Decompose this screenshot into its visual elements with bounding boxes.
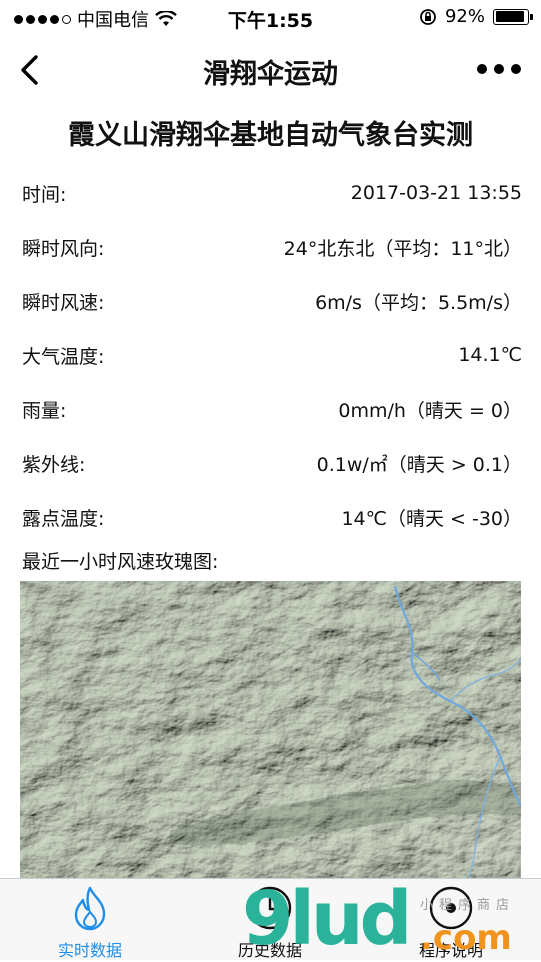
reading-value: 14℃（晴天 < -30） bbox=[341, 507, 522, 530]
weather-readings: 时间: 2017-03-21 13:55 瞬时风向: 24°北东北（平均：11°… bbox=[22, 166, 522, 544]
watermark-subtitle: 小程序商店 bbox=[420, 898, 516, 913]
page-title: 滑翔伞运动 bbox=[203, 59, 338, 90]
navigation-bar: 滑翔伞运动 bbox=[0, 34, 541, 106]
reading-row-temperature: 大气温度: 14.1℃ bbox=[22, 328, 522, 382]
battery-icon bbox=[493, 8, 533, 25]
reading-label: 瞬时风速: bbox=[22, 291, 105, 314]
reading-value: 0.1w/㎡（晴天 > 0.1） bbox=[316, 453, 522, 476]
reading-label: 紫外线: bbox=[22, 453, 86, 476]
tab-label: 实时数据 bbox=[57, 941, 122, 960]
watermark-logo: 9lud bbox=[242, 876, 413, 962]
station-title: 霞义山滑翔伞基地自动气象台实测 bbox=[68, 120, 473, 151]
more-menu-icon[interactable] bbox=[477, 64, 521, 74]
reading-row-wind-direction: 瞬时风向: 24°北东北（平均：11°北） bbox=[22, 220, 522, 274]
reading-label: 露点温度: bbox=[22, 507, 105, 530]
reading-value: 14.1℃ bbox=[458, 344, 522, 366]
tab-realtime-data[interactable]: 实时数据 bbox=[0, 879, 180, 961]
watermark-domain: .com bbox=[420, 918, 512, 958]
terrain-map-image bbox=[20, 581, 521, 878]
reading-label: 瞬时风向: bbox=[22, 237, 105, 260]
reading-label: 雨量: bbox=[22, 399, 67, 422]
reading-value: 0mm/h（晴天 = 0） bbox=[338, 399, 522, 422]
status-bar: 中国电信 下午1:55 92% bbox=[0, 0, 541, 34]
reading-row-time: 时间: 2017-03-21 13:55 bbox=[22, 166, 522, 220]
reading-label: 大气温度: bbox=[22, 345, 105, 368]
rotation-lock-icon bbox=[420, 8, 436, 25]
status-right: 92% bbox=[419, 6, 533, 27]
reading-row-wind-speed: 瞬时风速: 6m/s（平均：5.5m/s） bbox=[22, 274, 522, 328]
reading-value: 6m/s（平均：5.5m/s） bbox=[315, 291, 522, 314]
reading-row-uv: 紫外线: 0.1w/㎡（晴天 > 0.1） bbox=[22, 436, 522, 490]
reading-value: 2017-03-21 13:55 bbox=[350, 182, 522, 204]
battery-percent: 92% bbox=[444, 6, 485, 27]
reading-row-dew-point: 露点温度: 14℃（晴天 < -30） bbox=[22, 490, 522, 544]
reading-label: 时间: bbox=[22, 183, 67, 206]
flame-icon bbox=[74, 886, 106, 931]
terrain-map[interactable] bbox=[20, 581, 521, 878]
reading-value: 24°北东北（平均：11°北） bbox=[283, 237, 522, 260]
reading-row-rainfall: 雨量: 0mm/h（晴天 = 0） bbox=[22, 382, 522, 436]
wind-rose-label: 最近一小时风速玫瑰图: bbox=[22, 551, 219, 573]
